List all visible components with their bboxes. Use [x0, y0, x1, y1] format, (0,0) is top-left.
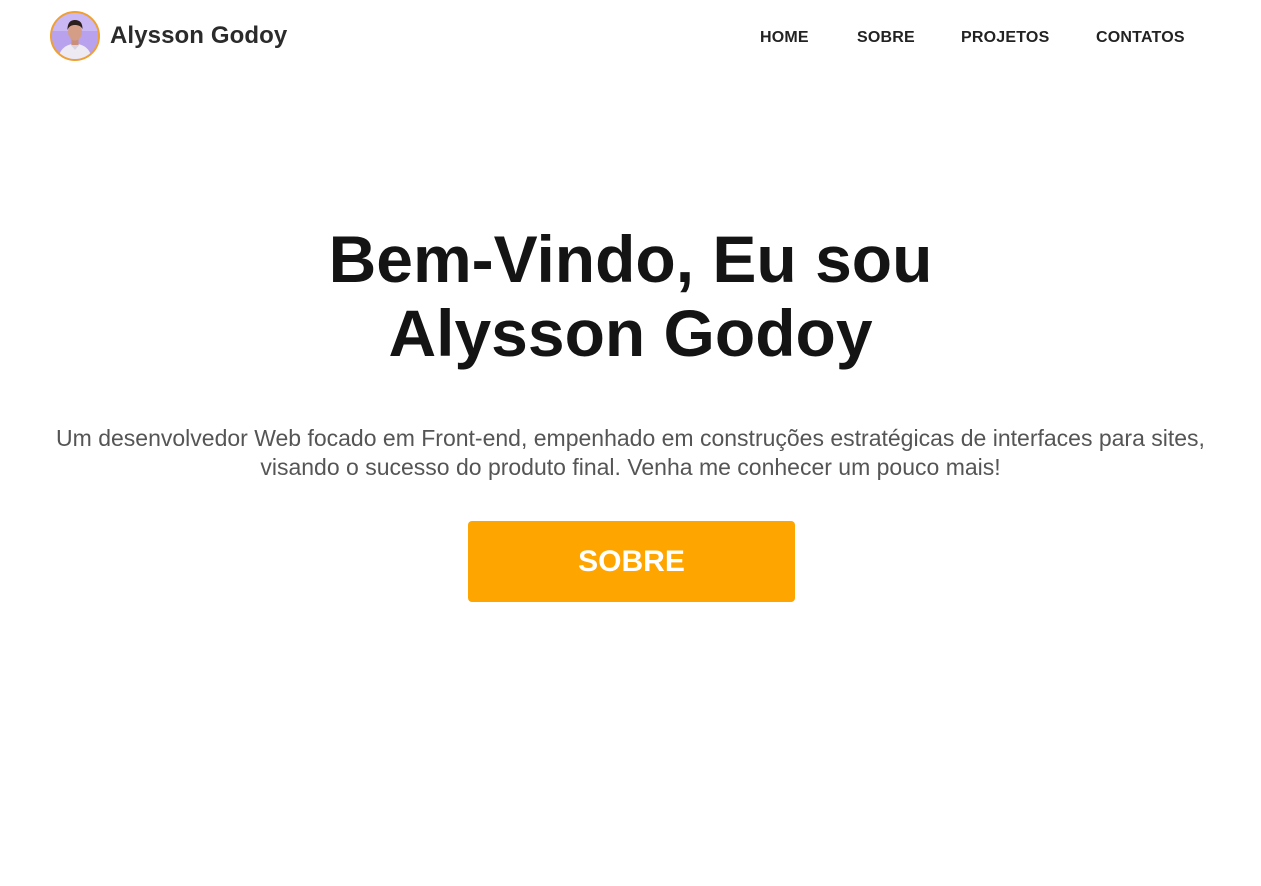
- hero-subtitle-line-2: visando o sucesso do produto final. Venh…: [260, 454, 1001, 480]
- page: Alysson Godoy HOME SOBRE PROJETOS CONTAT…: [0, 0, 1261, 886]
- site-header: Alysson Godoy HOME SOBRE PROJETOS CONTAT…: [0, 0, 1261, 78]
- sobre-button[interactable]: SOBRE: [468, 521, 795, 602]
- hero-title-line-2: Alysson Godoy: [388, 296, 873, 370]
- hero-title: Bem-Vindo, Eu sou Alysson Godoy: [0, 222, 1261, 370]
- hero-subtitle: Um desenvolvedor Web focado em Front-end…: [20, 424, 1241, 482]
- nav-link-contatos[interactable]: CONTATOS: [1096, 29, 1185, 47]
- hero-title-line-1: Bem-Vindo, Eu sou: [328, 222, 933, 296]
- main-nav: HOME SOBRE PROJETOS CONTATOS: [0, 29, 1261, 49]
- nav-link-projetos[interactable]: PROJETOS: [961, 29, 1049, 47]
- hero-subtitle-line-1: Um desenvolvedor Web focado em Front-end…: [56, 425, 1205, 451]
- nav-link-home[interactable]: HOME: [760, 29, 809, 47]
- nav-link-sobre[interactable]: SOBRE: [857, 29, 915, 47]
